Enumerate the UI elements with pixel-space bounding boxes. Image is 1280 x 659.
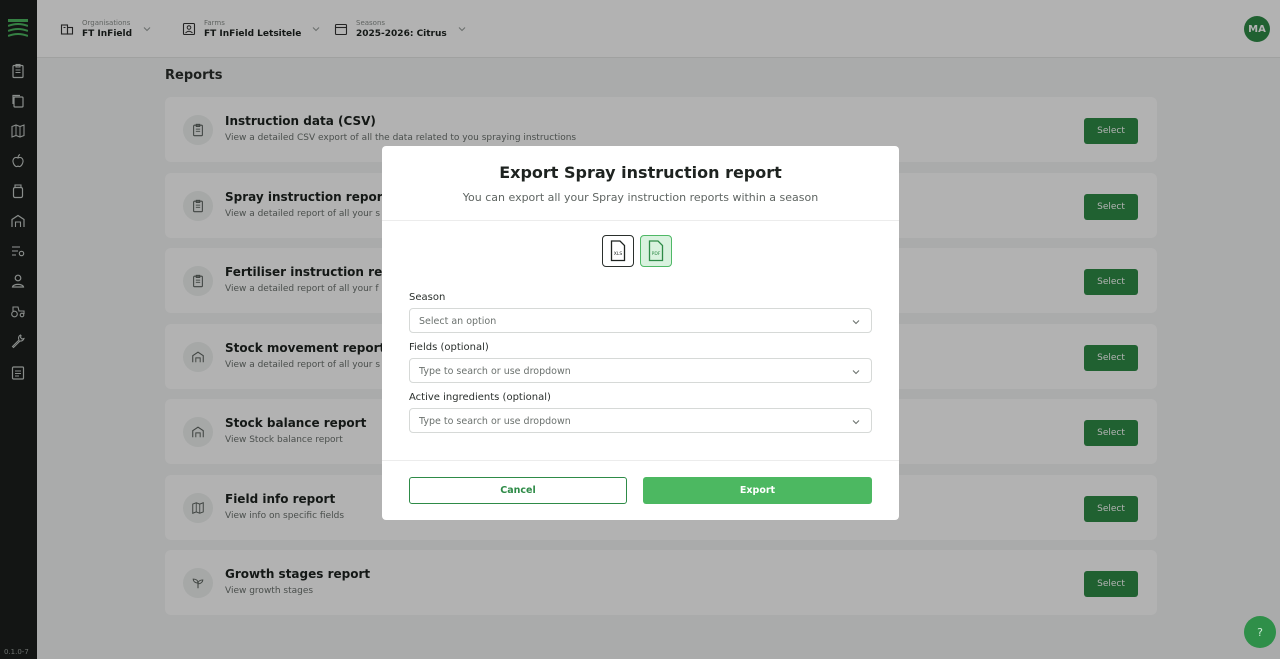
season-select[interactable]: Select an option: [409, 308, 872, 333]
chevron-down-icon: [851, 317, 861, 327]
svg-text:XLS: XLS: [614, 251, 623, 257]
export-modal: Export Spray instruction report You can …: [382, 146, 899, 520]
export-button[interactable]: Export: [643, 477, 872, 504]
fields-select[interactable]: Type to search or use dropdown: [409, 358, 872, 383]
format-pdf-option[interactable]: PDF: [640, 235, 672, 267]
cancel-button[interactable]: Cancel: [409, 477, 627, 504]
fields-select-placeholder: Type to search or use dropdown: [419, 366, 571, 377]
svg-text:PDF: PDF: [652, 251, 661, 257]
pdf-file-icon: PDF: [648, 240, 664, 262]
chevron-down-icon: [851, 417, 861, 427]
chevron-down-icon: [851, 367, 861, 377]
active-ingredients-field-label: Active ingredients (optional): [409, 392, 551, 403]
xls-file-icon: XLS: [610, 240, 626, 262]
divider: [382, 220, 899, 221]
modal-subtitle: You can export all your Spray instructio…: [462, 191, 819, 204]
format-xls-option[interactable]: XLS: [602, 235, 634, 267]
season-field-label: Season: [409, 292, 446, 303]
active-ingredients-select[interactable]: Type to search or use dropdown: [409, 408, 872, 433]
fields-field-label: Fields (optional): [409, 342, 489, 353]
help-button[interactable]: ?: [1244, 616, 1276, 648]
season-select-placeholder: Select an option: [419, 316, 497, 327]
modal-title: Export Spray instruction report: [499, 163, 782, 182]
active-ingredients-select-placeholder: Type to search or use dropdown: [419, 416, 571, 427]
divider: [382, 460, 899, 461]
